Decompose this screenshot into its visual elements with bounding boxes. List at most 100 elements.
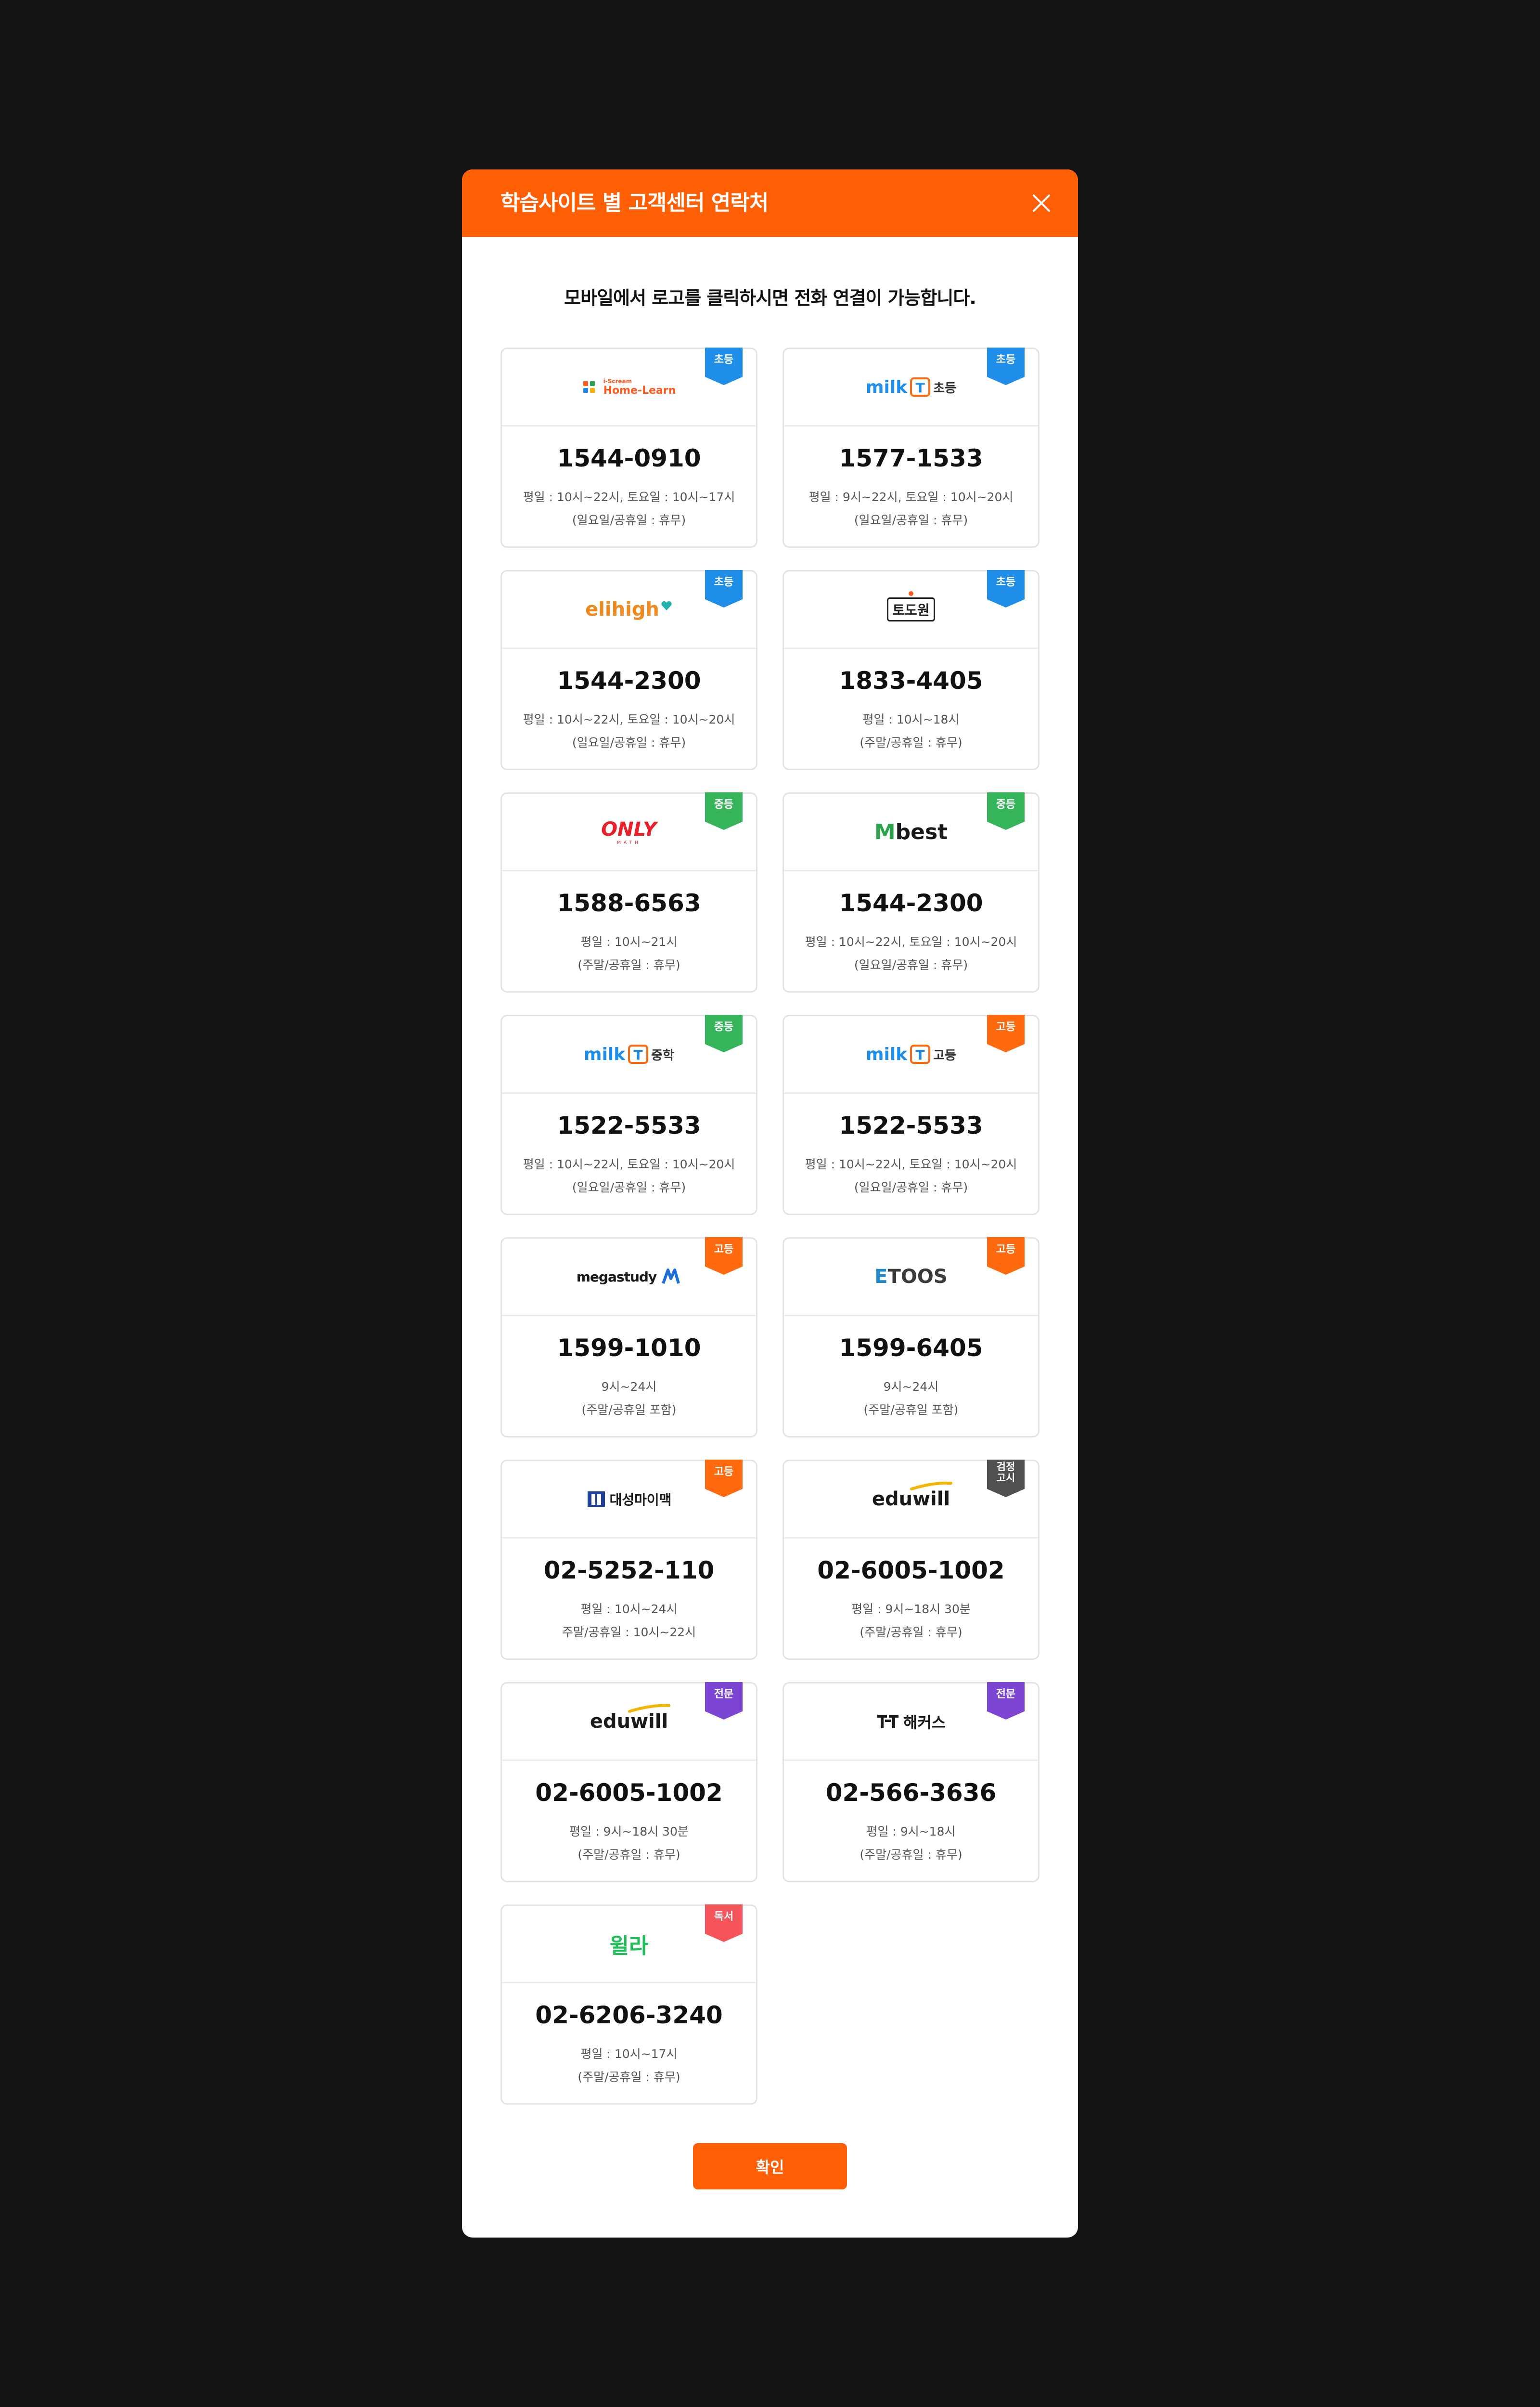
modal-header: 학습사이트 별 고객센터 연락처 (462, 169, 1078, 237)
hours-line-2: (주말/공휴일 : 휴무) (860, 1625, 962, 1639)
contact-card-etoos[interactable]: E TOOS 고등 1599-6405 9시~24시 (주말/공휴일 포함) (783, 1237, 1040, 1437)
milkt-t-icon: T (910, 377, 931, 397)
service-hours: 평일 : 10시~17시 (주말/공휴일 : 휴무) (502, 2043, 756, 2089)
phone-number: 02-5252-110 (543, 1556, 715, 1584)
service-hours: 9시~24시 (주말/공휴일 포함) (784, 1375, 1038, 1422)
phone-number: 1544-0910 (557, 444, 701, 472)
phone-number: 1522-5533 (839, 1112, 983, 1139)
contact-card-homelearn[interactable]: i-Scream Home-Learn 초등 1544-0910 평일 : 10… (500, 348, 757, 548)
hours-line-1: 평일 : 10시~18시 (862, 712, 960, 726)
milk-logo-text: milk (584, 1044, 626, 1064)
contact-modal: 학습사이트 별 고객센터 연락처 모바일에서 로고를 클릭하시면 전화 연결이 … (462, 169, 1078, 2238)
milkt-t-icon: T (628, 1045, 649, 1064)
contact-card-megastudy[interactable]: megastudy 고등 1599-1010 9시~24시 (주말/공휴일 포함… (500, 1237, 757, 1437)
hours-line-2: (주말/공휴일 : 휴무) (578, 1848, 680, 1862)
contact-card-milkt-elementary[interactable]: milk T 초등 초등 1577-1533 평일 : 9시~22시, 토요일 … (783, 348, 1040, 548)
megastudy-logo-text: megastudy (576, 1268, 657, 1285)
elihigh-logo-text: elihigh (585, 598, 659, 621)
etoos-logo-text: TOOS (887, 1266, 948, 1288)
contact-card-welaaa[interactable]: 윌라 독서 02-6206-3240 평일 : 10시~17시 (주말/공휴일 … (500, 1904, 757, 2105)
milk-logo-text: milk (866, 1044, 908, 1064)
hours-line-1: 평일 : 10시~22시, 토요일 : 10시~20시 (805, 935, 1017, 949)
service-hours: 평일 : 10시~24시 주말/공휴일 : 10시~22시 (502, 1598, 756, 1644)
hours-line-1: 평일 : 10시~22시, 토요일 : 10시~17시 (523, 490, 735, 504)
phone-number: 1544-2300 (557, 667, 701, 695)
homelearn-logo-text: Home-Learn (603, 384, 676, 397)
hours-line-2: (주말/공휴일 : 휴무) (578, 958, 680, 972)
elihigh-heart-icon (661, 601, 672, 610)
service-hours: 평일 : 9시~22시, 토요일 : 10시~20시 (일요일/공휴일 : 휴무… (784, 486, 1038, 532)
todowon-dot-icon (909, 591, 913, 596)
hours-line-2: 주말/공휴일 : 10시~22시 (562, 1625, 696, 1639)
only-logo-small: MATH (617, 841, 641, 845)
hours-line-2: (일요일/공휴일 : 휴무) (854, 513, 968, 527)
contact-card-todowon[interactable]: 토도원 초등 1833-4405 평일 : 10시~18시 (주말/공휴일 : … (783, 570, 1040, 770)
hours-line-2: (일요일/공휴일 : 휴무) (572, 736, 686, 750)
phone-number: 02-6005-1002 (535, 1779, 723, 1807)
eduwill-logo-text: eduwill (590, 1710, 668, 1733)
hours-line-1: 평일 : 9시~18시 30분 (851, 1602, 971, 1616)
badge-line-2: 고시 (996, 1472, 1015, 1484)
phone-number: 02-566-3636 (825, 1779, 997, 1807)
contact-card-only[interactable]: ONLY MATH 중등 1588-6563 평일 : 10시~21시 (주말/… (500, 792, 757, 993)
contact-card-milkt-high[interactable]: milk T 고등 고등 1522-5533 평일 : 10시~22시, 토요일… (783, 1015, 1040, 1215)
hours-line-2: (일요일/공휴일 : 휴무) (572, 1180, 686, 1194)
daesung-book-icon (587, 1491, 605, 1507)
service-hours: 9시~24시 (주말/공휴일 포함) (502, 1375, 756, 1422)
eduwill-swoosh-icon (628, 1704, 671, 1713)
service-hours: 평일 : 10시~22시, 토요일 : 10시~20시 (일요일/공휴일 : 휴… (784, 931, 1038, 977)
milkt-suffix: 초등 (933, 381, 956, 396)
contact-card-hackers[interactable]: 해커스 전문 02-566-3636 평일 : 9시~18시 (주말/공휴일 :… (783, 1682, 1040, 1882)
mbest-logo-text: best (895, 819, 948, 844)
milkt-suffix: 중학 (651, 1048, 674, 1063)
hours-line-1: 평일 : 9시~18시 30분 (569, 1825, 689, 1838)
contact-card-mbest[interactable]: M best 중등 1544-2300 평일 : 10시~22시, 토요일 : … (783, 792, 1040, 993)
phone-number: 1577-1533 (839, 444, 983, 472)
close-button[interactable] (1027, 189, 1056, 218)
milkt-t-icon: T (910, 1045, 931, 1064)
phone-number: 1599-1010 (557, 1334, 701, 1362)
hours-line-1: 평일 : 10시~22시, 토요일 : 10시~20시 (805, 1157, 1017, 1171)
milk-logo-text: milk (866, 377, 908, 397)
etoos-logo-prefix: E (874, 1266, 888, 1288)
service-hours: 평일 : 10시~22시, 토요일 : 10시~20시 (일요일/공휴일 : 휴… (784, 1153, 1038, 1199)
service-hours: 평일 : 10시~22시, 토요일 : 10시~17시 (일요일/공휴일 : 휴… (502, 486, 756, 532)
hours-line-1: 평일 : 10시~24시 (580, 1602, 678, 1616)
contact-card-eduwill-pro[interactable]: eduwill 전문 02-6005-1002 평일 : 9시~18시 30분 … (500, 1682, 757, 1882)
hours-line-1: 평일 : 10시~22시, 토요일 : 10시~20시 (523, 712, 735, 726)
hours-line-1: 평일 : 9시~18시 (866, 1825, 956, 1838)
eduwill-swoosh-icon (910, 1481, 953, 1490)
contact-grid: i-Scream Home-Learn 초등 1544-0910 평일 : 10… (500, 348, 1040, 2105)
homelearn-dots-icon (583, 381, 595, 393)
hours-line-2: (일요일/공휴일 : 휴무) (854, 1180, 968, 1194)
service-hours: 평일 : 9시~18시 30분 (주말/공휴일 : 휴무) (502, 1820, 756, 1866)
hours-line-1: 9시~24시 (601, 1380, 657, 1394)
confirm-button[interactable]: 확인 (693, 2143, 847, 2189)
hours-line-1: 평일 : 10시~17시 (580, 2047, 678, 2061)
phone-number: 02-6005-1002 (817, 1556, 1005, 1584)
svg-text:T: T (916, 380, 925, 396)
hours-line-2: (주말/공휴일 : 휴무) (860, 736, 962, 750)
contact-card-daesung[interactable]: 대성마이맥 고등 02-5252-110 평일 : 10시~24시 주말/공휴일… (500, 1460, 757, 1660)
contact-card-eduwill-exam[interactable]: eduwill 검정 고시 02-6005-1002 평일 : 9시~18시 3… (783, 1460, 1040, 1660)
hours-line-1: 평일 : 9시~22시, 토요일 : 10시~20시 (808, 490, 1014, 504)
contact-card-elihigh[interactable]: elihigh 초등 1544-2300 평일 : 10시~22시, 토요일 :… (500, 570, 757, 770)
service-hours: 평일 : 9시~18시 (주말/공휴일 : 휴무) (784, 1820, 1038, 1866)
hours-line-2: (일요일/공휴일 : 휴무) (854, 958, 968, 972)
daesung-logo-text: 대성마이맥 (609, 1492, 672, 1508)
mbest-logo-prefix: M (874, 819, 896, 844)
phone-number: 1588-6563 (557, 889, 701, 917)
phone-number: 02-6206-3240 (535, 2001, 723, 2029)
hours-line-2: (일요일/공휴일 : 휴무) (572, 513, 686, 527)
service-hours: 평일 : 9시~18시 30분 (주말/공휴일 : 휴무) (784, 1598, 1038, 1644)
eduwill-logo-text: eduwill (872, 1488, 950, 1510)
svg-text:T: T (634, 1047, 643, 1063)
phone-number: 1599-6405 (839, 1334, 983, 1362)
hours-line-2: (주말/공휴일 포함) (581, 1403, 677, 1417)
contact-card-milkt-middle[interactable]: milk T 중학 중등 1522-5533 평일 : 10시~22시, 토요일… (500, 1015, 757, 1215)
only-logo-text: ONLY (601, 818, 657, 841)
hours-line-2: (주말/공휴일 : 휴무) (578, 2070, 680, 2084)
hours-line-1: 평일 : 10시~22시, 토요일 : 10시~20시 (523, 1157, 735, 1171)
hackers-logo-text: 해커스 (903, 1713, 946, 1732)
service-hours: 평일 : 10시~22시, 토요일 : 10시~20시 (일요일/공휴일 : 휴… (502, 708, 756, 754)
